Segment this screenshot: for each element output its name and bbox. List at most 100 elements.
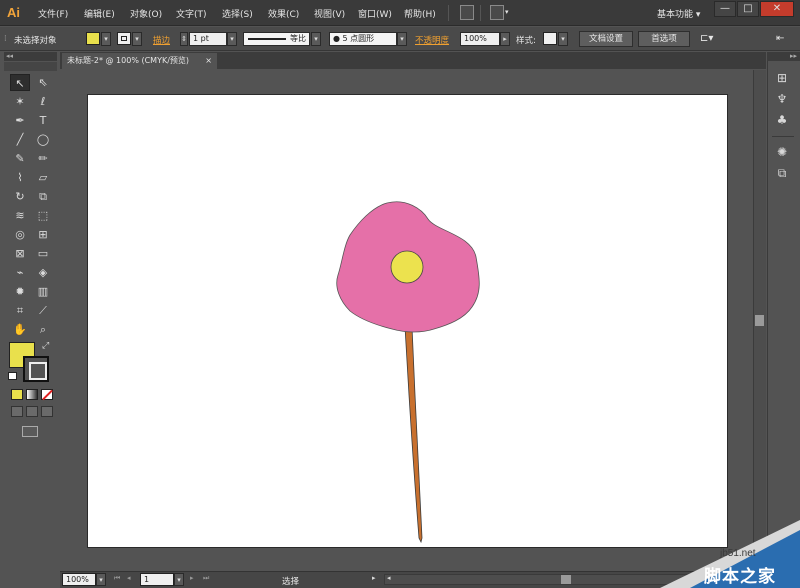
brush-dropdown-arrow[interactable]: ▾ [397, 32, 407, 46]
opacity-field[interactable]: 100% [460, 32, 500, 46]
menu-edit[interactable]: 编辑(E) [84, 7, 115, 20]
menu-window[interactable]: 窗口(W) [358, 7, 392, 20]
menu-effect[interactable]: 效果(C) [268, 7, 299, 20]
artboard-tool[interactable]: ⌗ [10, 302, 30, 319]
lasso-tool[interactable]: ℓ [33, 93, 53, 110]
warp-tool[interactable]: ≋ [10, 207, 30, 224]
horizontal-scroll-thumb[interactable] [561, 575, 571, 584]
slice-tool[interactable]: ⟋ [33, 302, 53, 319]
graphic-style-swatch[interactable] [543, 32, 557, 45]
stroke-label[interactable]: 描边 [153, 34, 170, 46]
shape-builder-tool[interactable]: ◎ [10, 226, 30, 243]
zoom-field[interactable]: 100% [62, 573, 96, 586]
stroke-weight-stepper[interactable]: ⇕ [180, 32, 188, 46]
artboard[interactable] [87, 94, 728, 548]
last-artboard-icon[interactable]: ⏭ [203, 574, 209, 583]
artboard-dropdown-arrow[interactable]: ▾ [174, 573, 184, 586]
fill-swatch[interactable] [86, 32, 100, 45]
next-artboard-icon[interactable]: ▸ [190, 574, 194, 582]
selection-tool[interactable]: ↖ [10, 74, 30, 91]
layers-panel-icon[interactable]: ⧉ [774, 165, 790, 181]
arrange-documents-icon[interactable] [490, 5, 504, 20]
profile-dropdown-arrow[interactable]: ▾ [311, 32, 321, 46]
eraser-tool[interactable]: ▱ [33, 169, 53, 186]
opacity-label[interactable]: 不透明度 [415, 34, 449, 46]
gradient-mode-icon[interactable] [26, 389, 38, 400]
menu-select[interactable]: 选择(S) [222, 7, 253, 20]
panel-menu-icon[interactable]: ⇤ [776, 33, 784, 44]
brush-definition[interactable]: ● 5 点圆形 [329, 32, 397, 46]
swatches-panel-icon[interactable]: ⊞ [774, 70, 790, 86]
mesh-tool[interactable]: ⊠ [10, 245, 30, 262]
minimize-button[interactable]: — [714, 1, 736, 17]
swap-fill-stroke-icon[interactable]: ⤢ [42, 341, 49, 351]
fill-dropdown-arrow[interactable]: ▾ [101, 32, 111, 46]
workspace-switcher[interactable]: 基本功能 ▾ [657, 7, 700, 20]
blob-brush-tool[interactable]: ⌇ [10, 169, 30, 186]
status-menu-icon[interactable]: ▸ [372, 574, 376, 582]
ellipse-tool[interactable]: ◯ [33, 131, 53, 148]
stroke-color-box[interactable] [23, 356, 49, 382]
zoom-tool[interactable]: ⌕ [33, 321, 53, 338]
align-options-icon[interactable]: ⊏▾ [700, 33, 713, 44]
first-artboard-icon[interactable]: ⏮ [114, 574, 120, 583]
hand-tool[interactable]: ✋ [10, 321, 30, 338]
right-panel-expand-icon[interactable]: ▸▸ [767, 52, 800, 61]
free-transform-tool[interactable]: ⬚ [33, 207, 53, 224]
gradient-tool[interactable]: ▭ [33, 245, 53, 262]
menu-help[interactable]: 帮助(H) [404, 7, 436, 20]
document-setup-button[interactable]: 文档设置 [579, 31, 633, 47]
stroke-weight-field[interactable]: 1 pt [189, 32, 227, 46]
draw-behind-icon[interactable] [26, 406, 38, 417]
default-colors-icon[interactable] [8, 372, 17, 380]
perspective-grid-tool[interactable]: ⊞ [33, 226, 53, 243]
menu-file[interactable]: 文件(F) [38, 7, 68, 20]
pencil-tool[interactable]: ✏ [33, 150, 53, 167]
previous-artboard-icon[interactable]: ◂ [127, 574, 131, 582]
pen-tool[interactable]: ✒ [10, 112, 30, 129]
variable-width-profile[interactable]: 等比 [243, 32, 310, 46]
stroke-swatch[interactable] [117, 32, 131, 45]
direct-selection-tool[interactable]: ⇖ [33, 74, 53, 91]
preferences-button[interactable]: 首选项 [638, 31, 690, 47]
eyedropper-tool[interactable]: ⌁ [10, 264, 30, 281]
close-button[interactable]: ✕ [760, 1, 794, 17]
magic-wand-tool[interactable]: ✶ [10, 93, 30, 110]
menu-view[interactable]: 视图(V) [314, 7, 345, 20]
zoom-dropdown-arrow[interactable]: ▾ [96, 573, 106, 586]
menu-type[interactable]: 文字(T) [176, 7, 207, 20]
symbols-panel-icon[interactable]: ♣ [774, 112, 790, 128]
vertical-scroll-thumb[interactable] [755, 315, 764, 326]
toolbox-grip[interactable] [4, 62, 57, 71]
scroll-left-icon[interactable]: ◂ [387, 574, 391, 582]
type-tool[interactable]: T [33, 112, 53, 129]
menu-object[interactable]: 对象(O) [130, 7, 162, 20]
none-mode-icon[interactable] [41, 389, 53, 401]
scale-tool[interactable]: ⧉ [33, 188, 53, 205]
artboard-number-field[interactable]: 1 [140, 573, 174, 586]
column-graph-tool[interactable]: ▥ [33, 283, 53, 300]
stroke-dropdown-arrow[interactable]: ▾ [132, 32, 142, 46]
draw-inside-icon[interactable] [41, 406, 53, 417]
document-tab[interactable]: 未标题-2* @ 100% (CMYK/预览) × [62, 53, 217, 69]
screen-mode-icon[interactable] [22, 426, 38, 437]
opacity-dropdown-arrow[interactable]: ▸ [500, 32, 510, 46]
appearance-panel-icon[interactable]: ✺ [774, 144, 790, 160]
blend-tool[interactable]: ◈ [33, 264, 53, 281]
line-tool[interactable]: ╱ [10, 131, 30, 148]
arrange-dropdown-icon[interactable]: ▾ [505, 8, 509, 16]
close-tab-icon[interactable]: × [205, 53, 212, 68]
bridge-icon[interactable] [460, 5, 474, 20]
toolbox-collapse-icon[interactable]: ◂◂ [4, 52, 57, 61]
symbol-sprayer-tool[interactable]: ✹ [10, 283, 30, 300]
stroke-weight-dropdown-arrow[interactable]: ▾ [227, 32, 237, 46]
paintbrush-tool[interactable]: ✎ [10, 150, 30, 167]
style-dropdown-arrow[interactable]: ▾ [558, 32, 568, 46]
brushes-panel-icon[interactable]: ♆ [774, 91, 790, 107]
rotate-tool[interactable]: ↻ [10, 188, 30, 205]
color-mode-icon[interactable] [11, 389, 23, 400]
flower-center[interactable] [390, 250, 424, 284]
draw-normal-icon[interactable] [11, 406, 23, 417]
maximize-button[interactable]: □ [737, 1, 759, 17]
flower-stem[interactable] [404, 326, 423, 544]
